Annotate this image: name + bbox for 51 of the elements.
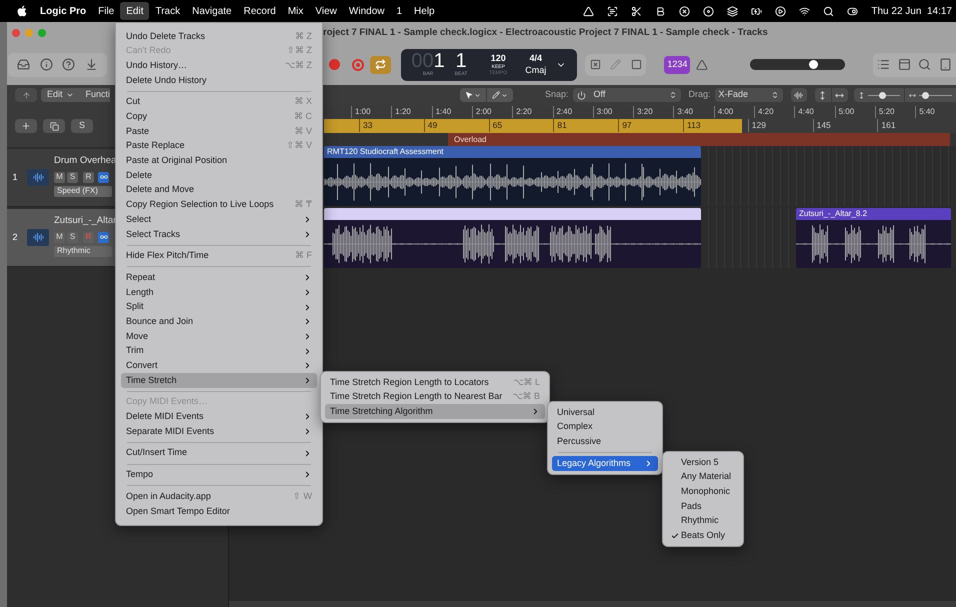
bar-number: 161 [877, 119, 896, 132]
bar-number: 81 [553, 119, 567, 132]
time-label: 2:20 [512, 106, 532, 118]
bar-number: 65 [488, 119, 502, 132]
shortcut-label: ⌥⌘ Z [285, 58, 312, 72]
marker-label: Overload [454, 134, 486, 146]
shortcut-label: ⌘ Z [295, 30, 312, 43]
beat-position: 1 [456, 50, 467, 71]
shortcut-label: ⌥⌘ L [513, 376, 540, 389]
shortcut-label: ⌘ V [294, 124, 312, 138]
shortcut-label: ⇧ W [293, 490, 312, 503]
snap-label: Snap: [545, 88, 569, 102]
window-title: roject 7 FINAL 1 - Sample check.logicx - Electroacoustic Project 7 FINAL 1 - Sample check - Tracks [323, 26, 768, 40]
shortcut-label: ⌘ F [295, 249, 312, 262]
time-label: 3:20 [633, 106, 653, 118]
bar-number: 145 [812, 119, 831, 132]
tempo-value: 120 [490, 54, 506, 62]
bar-number: 129 [748, 119, 766, 132]
time-label: 2:00 [472, 106, 492, 118]
time-label: 4:00 [714, 106, 734, 118]
time-label: 1:40 [432, 106, 452, 118]
shortcut-label: ⌥⌘ B [512, 390, 540, 404]
time-label: 5:20 [874, 106, 894, 118]
time-label: 1:00 [351, 106, 371, 118]
track-name: Drum Overhea [54, 154, 116, 168]
shortcut-label: ⇧⌘ V [286, 139, 312, 152]
bar-number: 49 [424, 119, 438, 132]
shortcut-label: ⇧⌘ Z [287, 44, 312, 58]
shortcut-label: ⌘ X [294, 95, 312, 108]
track-number: 2 [11, 230, 18, 244]
time-label: 2:40 [552, 106, 572, 118]
clock: Thu 22 Jun 14:17 [871, 4, 952, 18]
bar-number: 97 [618, 119, 632, 132]
shortcut-label: ⌘ C [294, 110, 312, 124]
time-signature: 4/4 [529, 54, 542, 63]
region-name: RMT120 Studiocraft Assessment [327, 146, 444, 158]
time-label: 4:20 [754, 106, 774, 118]
track-name: Zutsuri_-_Altar [54, 214, 116, 228]
time-label: 3:40 [673, 106, 693, 118]
bar-number: 33 [359, 119, 372, 132]
time-label: 1:20 [391, 106, 411, 118]
time-label: 4:40 [794, 106, 814, 118]
region-name: Zutsuri_-_Altar_8.2 [799, 208, 868, 220]
time-label: 5:00 [834, 106, 854, 118]
drag-label: Drag: [688, 88, 711, 102]
key-signature: Cmaj [525, 66, 546, 75]
time-label: 3:00 [592, 106, 612, 118]
shortcut-label: ⌘ ₸ [294, 198, 312, 212]
time-label: 5:40 [915, 106, 935, 118]
bar-number: 113 [683, 119, 701, 132]
track-number: 1 [11, 170, 18, 184]
